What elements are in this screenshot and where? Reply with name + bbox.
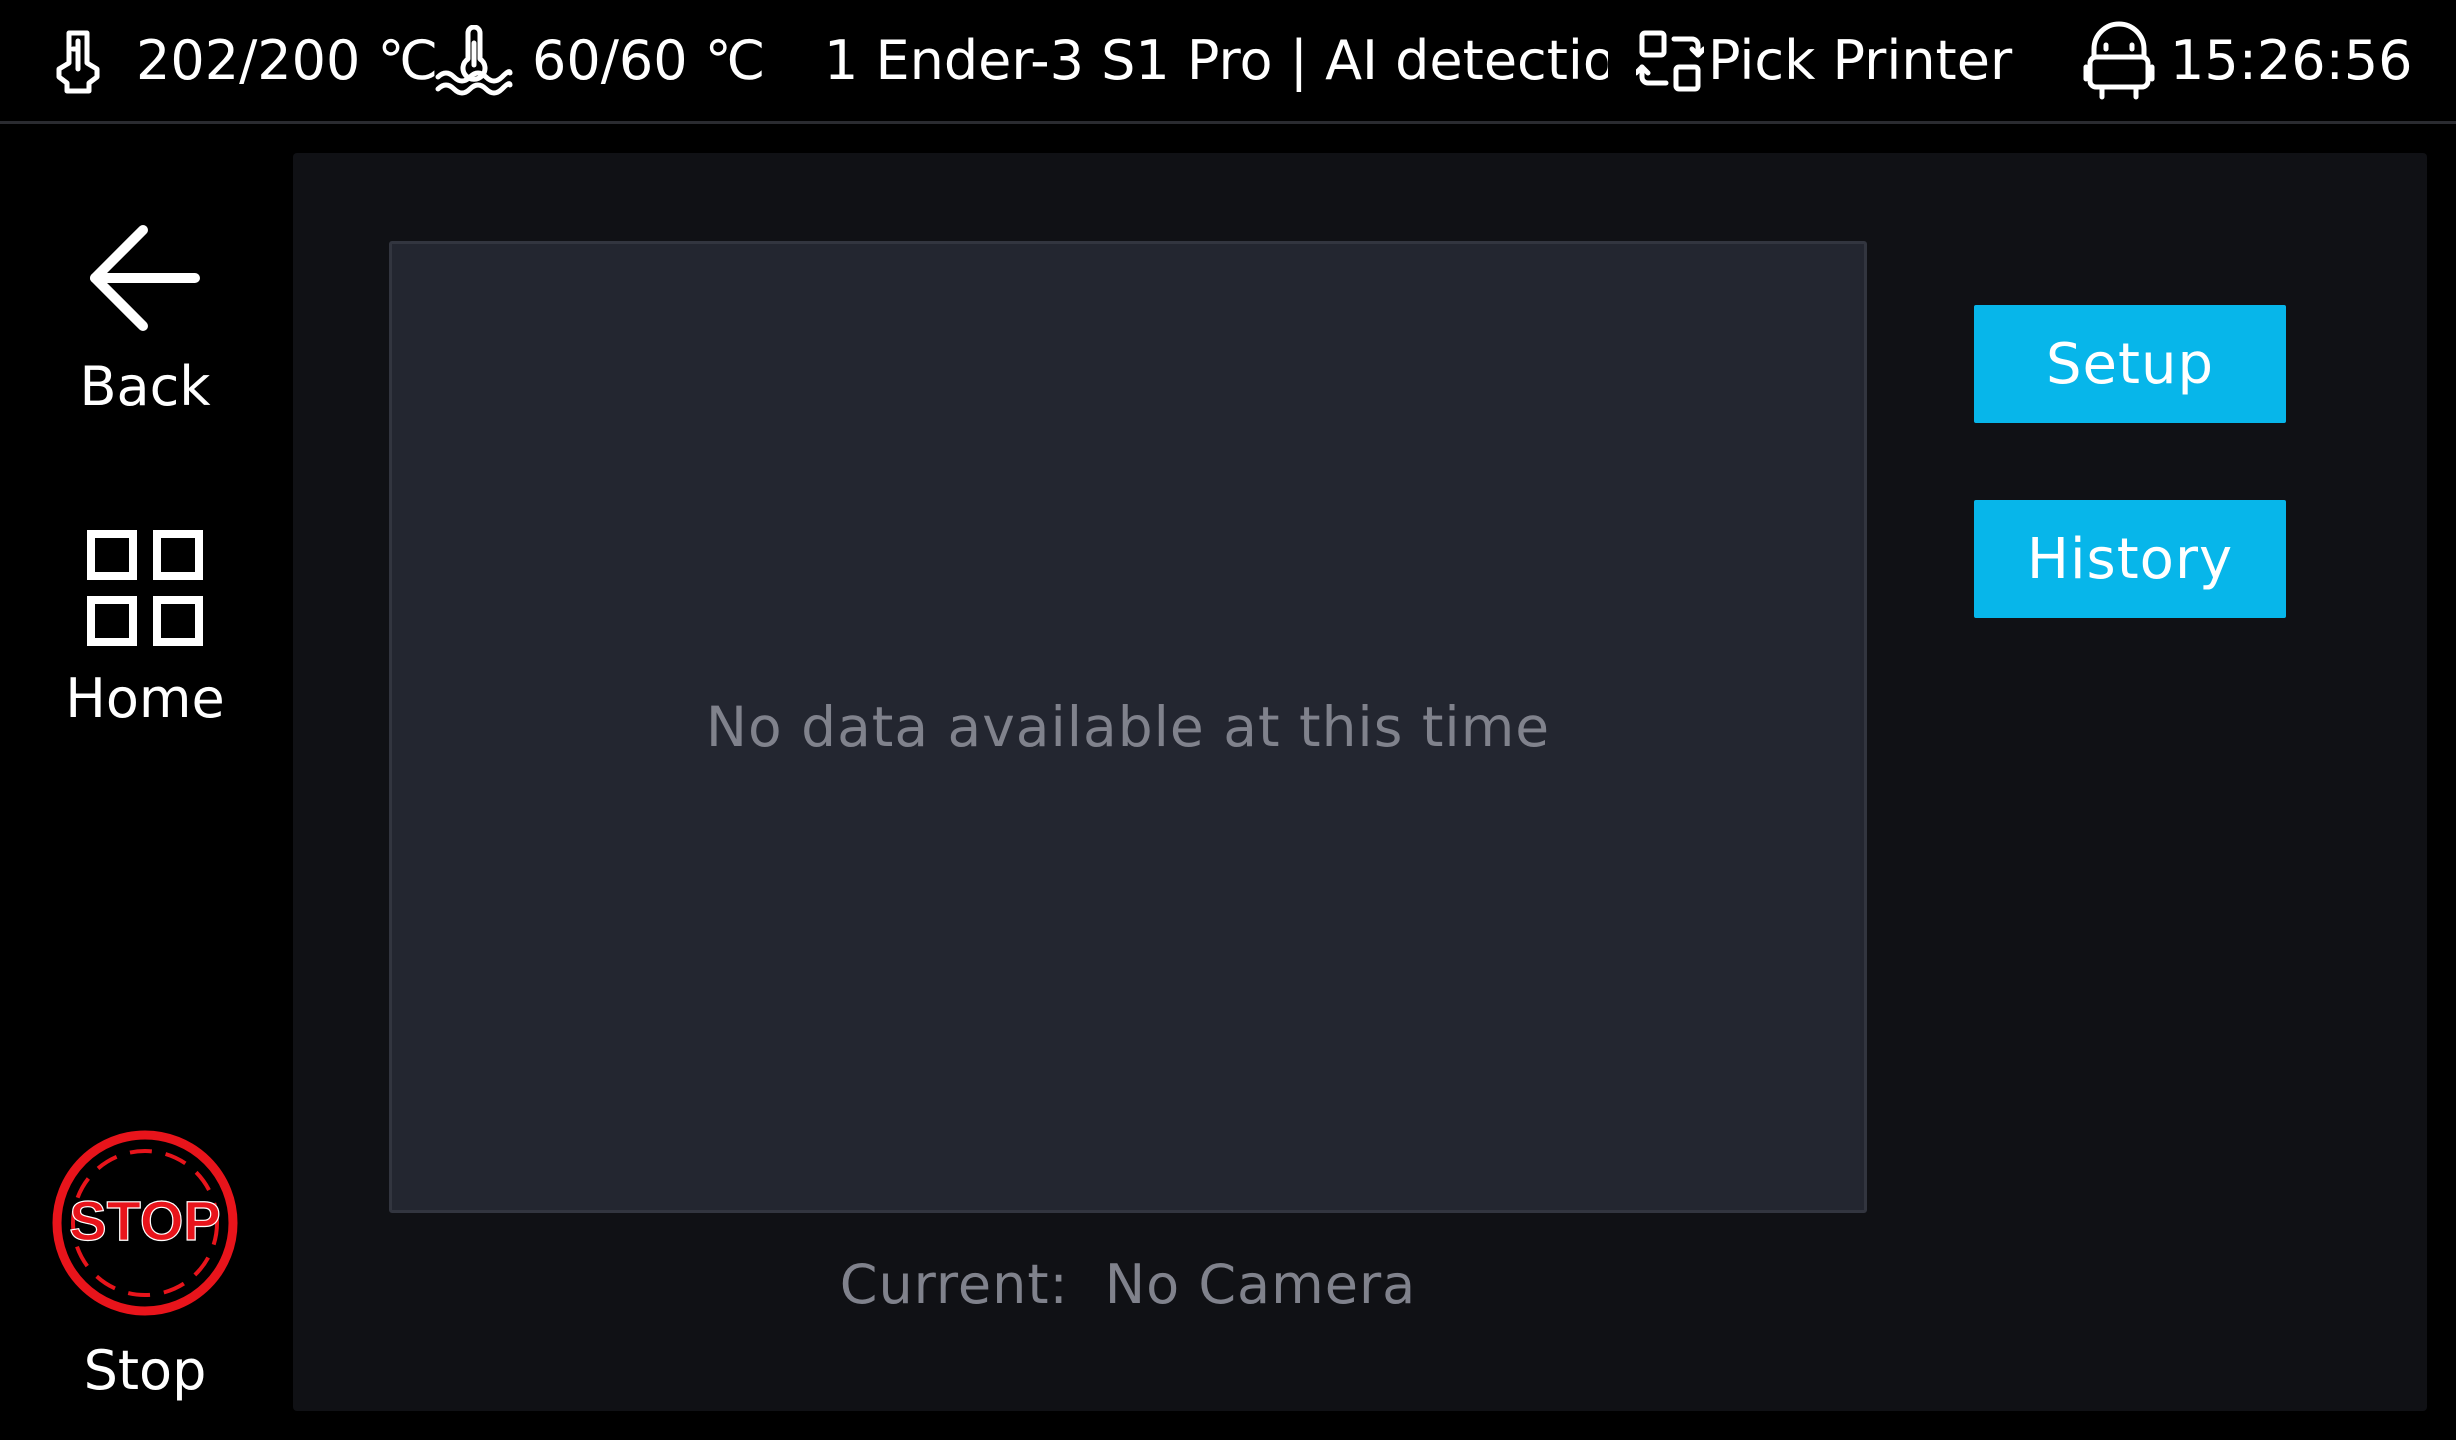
stop-sign-text: STOP <box>69 1189 220 1252</box>
pick-printer-button[interactable]: Pick Printer <box>1636 0 2012 121</box>
printer-name-text: 1 Ender-3 S1 Pro | AI detection <box>824 29 1608 92</box>
arrow-left-icon <box>87 222 203 338</box>
robot-icon <box>2080 21 2158 101</box>
back-button[interactable]: Back <box>0 222 290 414</box>
history-label: History <box>2026 526 2234 592</box>
grid-icon <box>87 530 203 650</box>
printer-name: 1 Ender-3 S1 Pro | AI detection <box>824 0 1608 121</box>
current-camera-value: No Camera <box>1104 1253 1417 1316</box>
home-button[interactable]: Home <box>0 530 290 726</box>
bed-temp-indicator[interactable]: 60/60 ℃ <box>432 0 765 121</box>
history-button[interactable]: History <box>1974 500 2286 618</box>
stop-button[interactable]: STOP Stop <box>0 1128 290 1398</box>
nozzle-thermometer-icon <box>42 25 114 97</box>
switch-printer-icon <box>1636 27 1704 95</box>
bed-temp-value: 60/60 ℃ <box>532 29 766 92</box>
nozzle-temp-indicator[interactable]: 202/200 ℃ <box>42 0 438 121</box>
stop-sign-icon: STOP <box>50 1128 240 1322</box>
pick-printer-label: Pick Printer <box>1708 29 2013 92</box>
setup-button[interactable]: Setup <box>1974 305 2286 423</box>
current-camera-row: Current: No Camera <box>389 1253 1867 1316</box>
main-panel: No data available at this time Current: N… <box>293 153 2427 1411</box>
back-label: Back <box>79 355 211 418</box>
empty-message: No data available at this time <box>705 695 1551 759</box>
ai-detection-screen: 202/200 ℃ 60/60 ℃ 1 Ender-3 S1 Pro | AI … <box>0 0 2456 1440</box>
nozzle-temp-value: 202/200 ℃ <box>136 29 439 92</box>
camera-preview: No data available at this time <box>389 241 1867 1213</box>
home-label: Home <box>65 667 225 730</box>
clock-indicator: 15:26:56 <box>2080 0 2413 121</box>
setup-label: Setup <box>2046 331 2214 397</box>
stop-label: Stop <box>83 1339 207 1402</box>
current-label: Current: <box>839 1253 1069 1316</box>
clock-text: 15:26:56 <box>2170 29 2413 92</box>
heated-bed-icon <box>432 24 516 97</box>
status-bar: 202/200 ℃ 60/60 ℃ 1 Ender-3 S1 Pro | AI … <box>0 0 2456 124</box>
